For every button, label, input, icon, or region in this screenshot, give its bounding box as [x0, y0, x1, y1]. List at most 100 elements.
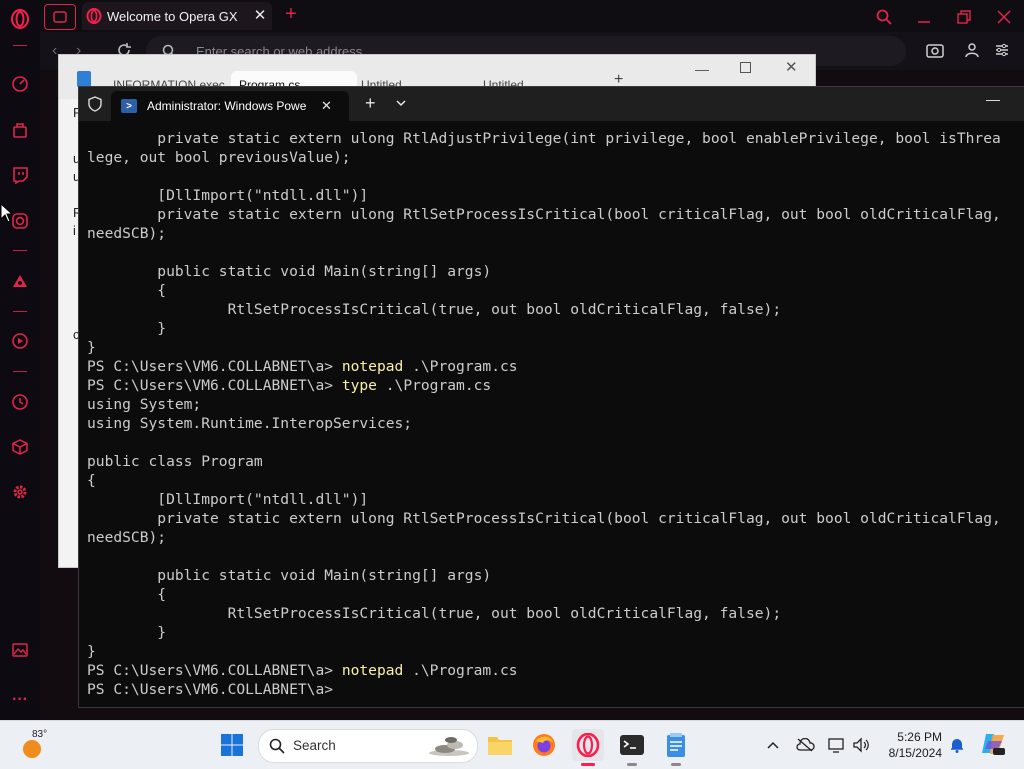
restore-icon[interactable]: [953, 6, 975, 28]
search-highlight-stones-icon: [429, 737, 469, 756]
terminal-output[interactable]: private static extern ulong RtlAdjustPri…: [87, 129, 1023, 703]
more-options-icon[interactable]: ···: [10, 690, 30, 710]
file-explorer-icon[interactable]: [484, 729, 516, 761]
sidebar-divider: [13, 371, 27, 372]
command-name: type: [341, 377, 377, 394]
windows-taskbar: 83° Search 5:26 PM 8/15/2024: [0, 720, 1024, 769]
notification-bell-icon[interactable]: [947, 735, 967, 755]
cloud-offline-icon[interactable]: [795, 735, 815, 755]
search-tabs-icon[interactable]: [873, 6, 895, 28]
terminal-tab-close-icon[interactable]: ✕: [321, 98, 332, 114]
notepad-maximize-icon[interactable]: [740, 62, 751, 73]
opera-logo-icon[interactable]: [10, 9, 30, 29]
command-args: .\Program.cs: [403, 662, 518, 679]
command-name: notepad: [341, 662, 404, 679]
gx-corner-icon[interactable]: [10, 120, 30, 140]
prompt-text: PS C:\Users\VM6.COLLABNET\a>: [87, 681, 342, 698]
terminal-output-line: }: [87, 339, 96, 356]
weather-widget[interactable]: 83°: [20, 729, 48, 759]
notepad-app-icon: [77, 71, 91, 87]
opera-sidebar: ···: [0, 0, 41, 720]
mouse-cursor-icon: [0, 203, 12, 223]
terminal-new-tab-icon[interactable]: +: [365, 93, 376, 114]
aria-ai-icon[interactable]: [10, 271, 30, 291]
gx-tab-islands-icon[interactable]: [44, 4, 76, 30]
weather-temp: 83°: [32, 729, 48, 740]
opera-favicon-icon: [86, 8, 102, 24]
powershell-icon: >: [121, 99, 137, 113]
extensions-cube-icon[interactable]: [10, 437, 30, 457]
opera-gx-taskbar-icon[interactable]: [572, 729, 604, 761]
terminal-taskbar-icon[interactable]: [616, 729, 648, 761]
network-display-icon[interactable]: [827, 735, 847, 755]
terminal-prompt-line: PS C:\Users\VM6.COLLABNET\a> notepad .\P…: [87, 357, 1023, 376]
notepad-minimize-icon[interactable]: —: [695, 61, 709, 77]
command-args: .\Program.cs: [376, 377, 492, 394]
start-button[interactable]: [216, 729, 248, 761]
close-window-icon[interactable]: [993, 6, 1015, 28]
command-args: .\Program.cs: [403, 358, 518, 375]
account-icon[interactable]: [964, 42, 982, 60]
clock-date: 8/15/2024: [888, 746, 942, 760]
running-app-indicator: [627, 763, 637, 766]
search-label: Search: [293, 738, 336, 753]
gallery-icon[interactable]: [10, 640, 30, 660]
terminal-output-line: private static extern ulong RtlSetProces…: [87, 510, 1001, 527]
command-name: notepad: [341, 358, 404, 375]
terminal-output-line: public class Program: [87, 453, 263, 470]
firefox-icon[interactable]: [528, 729, 560, 761]
show-hidden-icons-chevron-icon[interactable]: [763, 735, 783, 755]
tab-welcome[interactable]: Welcome to Opera GX: [82, 2, 272, 30]
browser-tab-bar: Welcome to Opera GX ✕ +: [40, 0, 1024, 32]
tab-close-icon[interactable]: ✕: [252, 8, 268, 24]
copilot-icon[interactable]: [980, 731, 1006, 757]
instagram-icon[interactable]: [10, 211, 30, 231]
terminal-output-line: }: [87, 643, 96, 660]
terminal-output-line: public static void Main(string[] args): [87, 263, 492, 280]
terminal-output-line: private static extern ulong RtlSetProces…: [87, 206, 1001, 223]
new-tab-icon[interactable]: +: [282, 4, 300, 24]
clock-time: 5:26 PM: [897, 730, 942, 744]
terminal-tab-powershell[interactable]: > Administrator: Windows Powe ✕: [111, 91, 349, 121]
active-app-indicator: [581, 763, 595, 766]
terminal-output-line: lege, out bool previousValue);: [87, 149, 351, 166]
clock[interactable]: 5:26 PM 8/15/2024: [884, 729, 942, 761]
terminal-dropdown-chevron-icon[interactable]: [395, 96, 407, 108]
notepad-close-icon[interactable]: ✕: [785, 58, 798, 76]
snapshot-camera-icon[interactable]: [926, 42, 944, 60]
terminal-minimize-icon[interactable]: —: [986, 91, 1000, 107]
minimize-icon[interactable]: [913, 6, 935, 28]
terminal-output-line: needSCB);: [87, 529, 167, 546]
terminal-prompt-line: PS C:\Users\VM6.COLLABNET\a> type .\Prog…: [87, 376, 1023, 395]
sidebar-divider: [13, 45, 27, 46]
admin-shield-icon: [87, 96, 103, 112]
tab-title: Welcome to Opera GX: [107, 8, 238, 24]
terminal-output-line: [DllImport("ntdll.dll")]: [87, 491, 369, 508]
search-icon: [269, 738, 285, 754]
easy-setup-icon[interactable]: [994, 42, 1012, 60]
terminal-output-line: [DllImport("ntdll.dll")]: [87, 187, 369, 204]
sidebar-divider: [13, 250, 27, 251]
terminal-tab-title: Administrator: Windows Powe: [147, 99, 307, 113]
prompt-text: PS C:\Users\VM6.COLLABNET\a>: [87, 358, 342, 375]
terminal-tab-bar: > Administrator: Windows Powe ✕ + —: [79, 87, 1024, 121]
terminal-output-line: RtlSetProcessIsCritical(true, out bool o…: [87, 301, 782, 318]
terminal-output-line: needSCB);: [87, 225, 167, 242]
terminal-output-line: }: [87, 320, 167, 337]
taskbar-search-box[interactable]: Search: [258, 729, 478, 763]
running-app-indicator: [671, 763, 681, 766]
settings-gear-icon[interactable]: [10, 482, 30, 502]
terminal-output-line: RtlSetProcessIsCritical(true, out bool o…: [87, 605, 782, 622]
twitch-icon[interactable]: [10, 165, 30, 185]
terminal-window[interactable]: > Administrator: Windows Powe ✕ + — priv…: [78, 86, 1024, 708]
notepad-taskbar-icon[interactable]: [660, 729, 692, 761]
terminal-output-line: public static void Main(string[] args): [87, 567, 492, 584]
volume-icon[interactable]: [851, 735, 871, 755]
terminal-output-line: {: [87, 472, 96, 489]
player-icon[interactable]: [10, 331, 30, 351]
speed-dial-icon[interactable]: [10, 74, 30, 94]
sun-icon: [23, 740, 41, 758]
history-icon[interactable]: [10, 392, 30, 412]
